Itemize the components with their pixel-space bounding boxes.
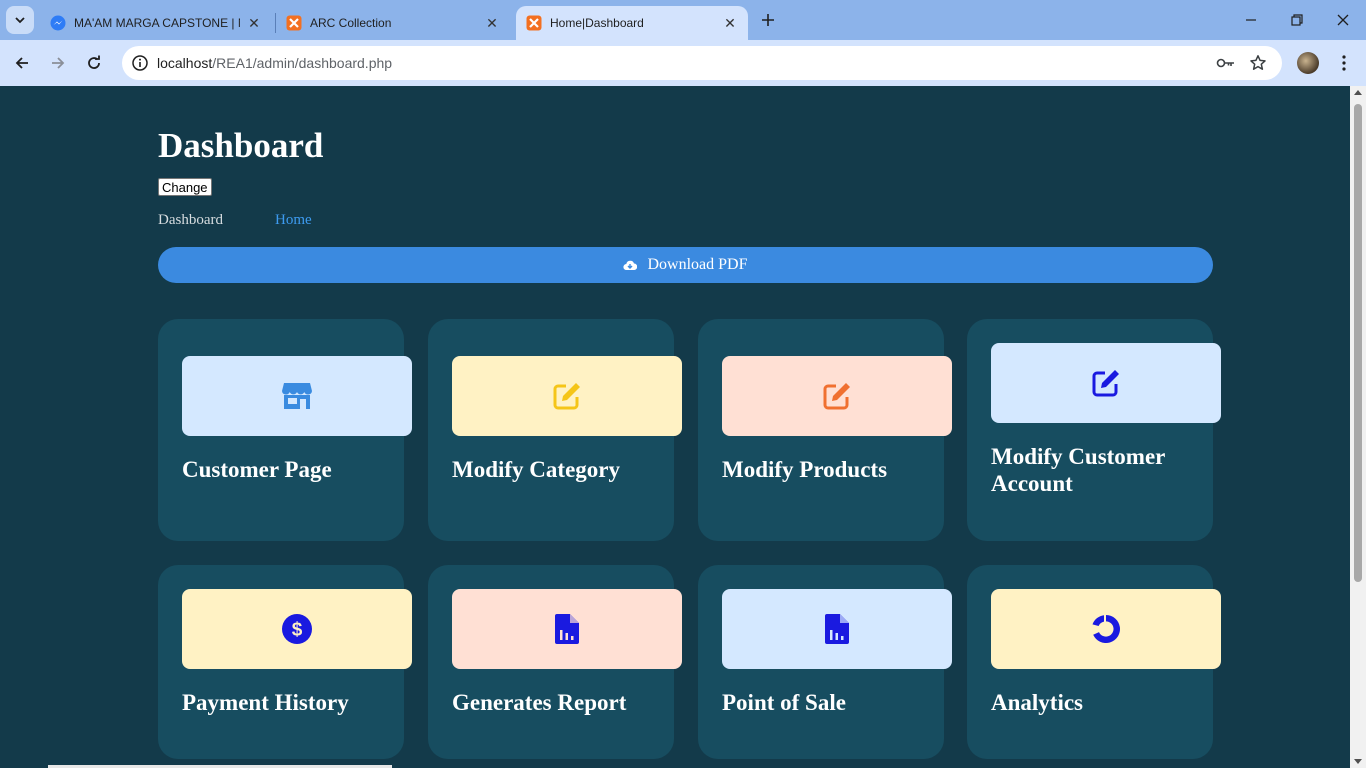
card-label: Analytics — [991, 690, 1083, 715]
url-host: localhost — [157, 55, 213, 71]
card-label: Modify Customer Account — [991, 444, 1165, 496]
card-payment-history[interactable]: $ Payment History — [158, 565, 412, 759]
report-icon — [825, 614, 849, 644]
url-text: localhost/REA1/admin/dashboard.php — [157, 55, 392, 71]
tab-strip: MA'AM MARGA CAPSTONE | M ✕ ARC Collectio… — [0, 0, 1366, 40]
edit-icon — [823, 383, 850, 410]
card-point-of-sale[interactable]: Point of Sale — [698, 565, 952, 759]
address-bar[interactable]: localhost/REA1/admin/dashboard.php — [122, 46, 1282, 80]
card-label: Generates Report — [452, 690, 627, 715]
browser-menu-button[interactable] — [1332, 50, 1356, 76]
card-banner — [991, 343, 1221, 423]
scroll-down-arrow[interactable] — [1354, 759, 1362, 764]
tab-title: ARC Collection — [310, 16, 392, 30]
reload-icon — [88, 55, 100, 69]
tab-arc-collection[interactable]: ARC Collection ✕ — [276, 6, 510, 40]
card-modify-products[interactable]: Modify Products — [698, 319, 952, 541]
report-icon — [555, 614, 579, 644]
close-icon — [1337, 14, 1349, 26]
messenger-icon — [50, 15, 66, 31]
password-key-icon[interactable] — [1214, 51, 1238, 75]
card-label: Payment History — [182, 690, 349, 715]
breadcrumb-home-link[interactable]: Home — [275, 212, 312, 229]
card-banner — [182, 356, 412, 436]
card-label: Modify Category — [452, 457, 620, 482]
card-banner — [452, 356, 682, 436]
cloud-download-icon — [623, 259, 638, 271]
card-banner — [452, 589, 682, 669]
minimize-icon — [1246, 19, 1256, 21]
close-tab-icon[interactable]: ✕ — [246, 15, 262, 31]
card-analytics[interactable]: Analytics — [967, 565, 1221, 759]
close-tab-icon[interactable]: ✕ — [484, 15, 500, 31]
restore-icon — [1291, 14, 1303, 26]
new-tab-button[interactable] — [756, 8, 780, 32]
card-banner — [722, 356, 952, 436]
tab-title: MA'AM MARGA CAPSTONE | M — [74, 16, 240, 30]
chevron-down-icon — [15, 17, 25, 24]
scrollbar-thumb[interactable] — [1354, 104, 1362, 582]
arrow-left-icon — [15, 57, 28, 69]
close-window-button[interactable] — [1320, 0, 1366, 40]
change-button[interactable]: Change — [158, 178, 212, 196]
edit-icon — [1092, 370, 1119, 397]
edit-icon — [553, 383, 580, 410]
card-banner: $ — [182, 589, 412, 669]
scroll-up-arrow[interactable] — [1354, 90, 1362, 95]
card-generates-report[interactable]: Generates Report — [428, 565, 682, 759]
url-path: /REA1/admin/dashboard.php — [212, 55, 393, 71]
card-label: Point of Sale — [722, 690, 846, 715]
tab-messenger[interactable]: MA'AM MARGA CAPSTONE | M ✕ — [40, 6, 272, 40]
xampp-icon — [526, 15, 542, 31]
store-icon — [282, 383, 312, 409]
arrow-right-icon — [52, 57, 65, 69]
card-modify-customer-account[interactable]: Modify Customer Account — [967, 319, 1221, 541]
forward-button[interactable] — [43, 48, 73, 78]
tab-title: Home|Dashboard — [550, 16, 644, 30]
minimize-button[interactable] — [1228, 0, 1274, 40]
download-pdf-label: Download PDF — [647, 256, 748, 273]
download-pdf-button[interactable]: Download PDF — [158, 247, 1213, 283]
back-button[interactable] — [7, 48, 37, 78]
card-banner — [722, 589, 952, 669]
close-tab-icon[interactable]: ✕ — [722, 15, 738, 31]
reload-button[interactable] — [79, 48, 109, 78]
site-info-icon[interactable] — [128, 51, 152, 75]
card-label: Customer Page — [182, 457, 332, 482]
plus-icon — [762, 14, 774, 26]
restore-button[interactable] — [1274, 0, 1320, 40]
page-content: Dashboard Change Dashboard Home Download… — [0, 86, 1350, 768]
card-modify-category[interactable]: Modify Category — [428, 319, 682, 541]
card-banner — [991, 589, 1221, 669]
dollar-icon: $ — [282, 614, 312, 644]
tab-search-button[interactable] — [6, 6, 34, 34]
breadcrumb-current: Dashboard — [158, 212, 223, 228]
tab-home-dashboard[interactable]: Home|Dashboard ✕ — [516, 6, 748, 40]
svg-text:$: $ — [292, 620, 303, 641]
donut-chart-icon — [1092, 615, 1120, 643]
bookmark-star-icon[interactable] — [1246, 51, 1270, 75]
card-customer-page[interactable]: Customer Page — [158, 319, 412, 541]
more-vertical-icon — [1342, 55, 1346, 71]
profile-avatar[interactable] — [1297, 52, 1319, 74]
card-label: Modify Products — [722, 457, 888, 482]
xampp-icon — [286, 15, 302, 31]
page-scrollbar[interactable] — [1350, 86, 1366, 768]
page-title: Dashboard — [158, 126, 324, 165]
